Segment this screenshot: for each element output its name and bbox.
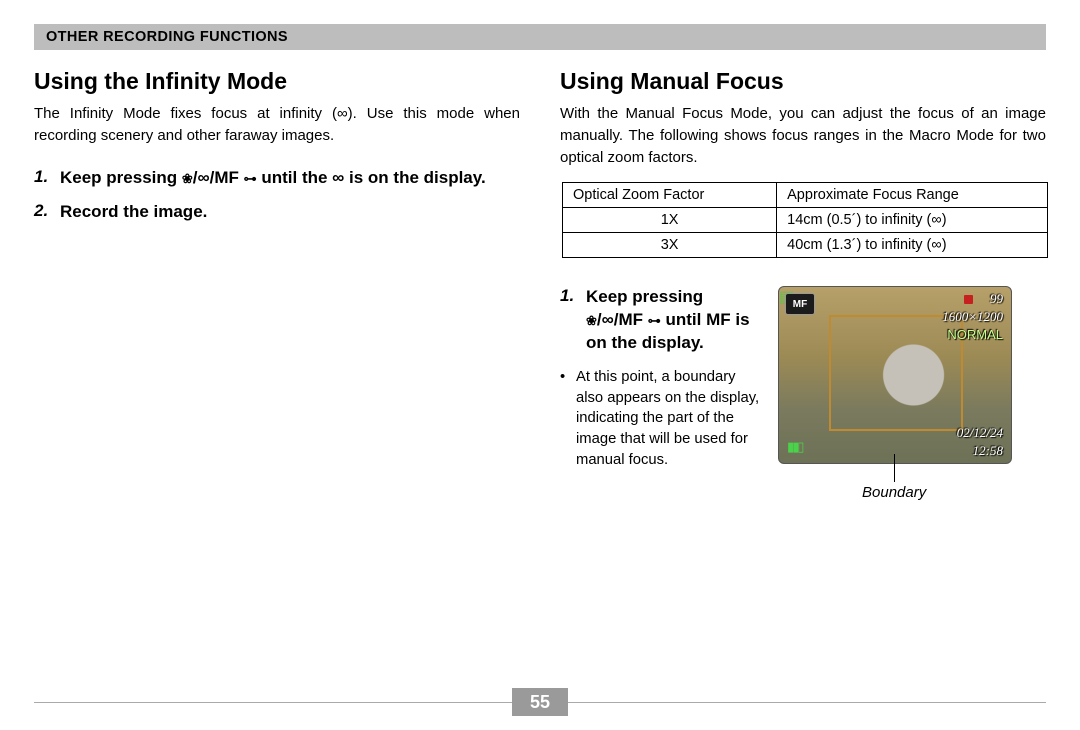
bullet-text: At this point, a boundary also appears o… bbox=[576, 367, 760, 471]
right-column: Using Manual Focus With the Manual Focus… bbox=[560, 68, 1046, 471]
shots-remaining: 99 bbox=[990, 291, 1003, 307]
table-row: 3X 40cm (1.3´) to infinity (∞) bbox=[563, 233, 1048, 258]
table-row: 1X 14cm (0.5´) to infinity (∞) bbox=[563, 208, 1048, 233]
infinity-heading: Using the Infinity Mode bbox=[34, 68, 520, 95]
page-footer: 55 bbox=[34, 688, 1046, 716]
flower-icon: ❀ bbox=[182, 170, 193, 188]
manual-body: With the Manual Focus Mode, you can adju… bbox=[560, 103, 1046, 168]
camera-preview: MF 99 1600×1200 NORMAL ▤ 02/12/24 12:58 … bbox=[778, 286, 1012, 464]
infinity-step-2: 2. Record the image. bbox=[34, 201, 520, 224]
step-text-b: /∞/MF bbox=[193, 168, 244, 187]
flower-icon: ❀ bbox=[586, 312, 597, 330]
step-text-a: Keep pressing bbox=[60, 168, 182, 187]
bullet-icon: • bbox=[560, 367, 576, 471]
record-icon bbox=[964, 295, 973, 304]
table-cell: 14cm (0.5´) to infinity (∞) bbox=[777, 208, 1048, 233]
preview-figure: MF 99 1600×1200 NORMAL ▤ 02/12/24 12:58 … bbox=[778, 286, 1012, 464]
focus-range-table: Optical Zoom Factor Approximate Focus Ra… bbox=[562, 182, 1048, 258]
table-header: Approximate Focus Range bbox=[777, 183, 1048, 208]
infinity-step-1: 1. Keep pressing ❀/∞/MF ⊶ until the ∞ is… bbox=[34, 167, 520, 190]
step-number: 1. bbox=[560, 286, 586, 355]
key-icon: ⊶ bbox=[244, 170, 257, 188]
left-column: Using the Infinity Mode The Infinity Mod… bbox=[34, 68, 520, 471]
table-cell: 1X bbox=[563, 208, 777, 233]
step-number: 2. bbox=[34, 201, 60, 224]
key-icon: ⊶ bbox=[648, 312, 661, 330]
boundary-caption: Boundary bbox=[862, 484, 926, 501]
manual-step-1: 1. Keep pressing ❀/∞/MF ⊶ until MF is on… bbox=[560, 286, 760, 355]
step-text: Record the image. bbox=[60, 201, 207, 224]
step-text-a: Keep pressing bbox=[586, 287, 703, 306]
step-number: 1. bbox=[34, 167, 60, 190]
date-label: 02/12/24 bbox=[957, 425, 1003, 441]
resolution-label: 1600×1200 bbox=[942, 309, 1003, 325]
table-cell: 40cm (1.3´) to infinity (∞) bbox=[777, 233, 1048, 258]
table-cell: 3X bbox=[563, 233, 777, 258]
table-header: Optical Zoom Factor bbox=[563, 183, 777, 208]
quality-label: NORMAL bbox=[947, 327, 1003, 342]
manual-heading: Using Manual Focus bbox=[560, 68, 1046, 95]
mf-badge: MF bbox=[785, 293, 815, 315]
page-number: 55 bbox=[512, 688, 568, 716]
step-text-b: /∞/MF bbox=[597, 310, 648, 329]
time-label: 12:58 bbox=[973, 443, 1003, 459]
battery-icon: ▮▮▯ bbox=[787, 439, 802, 455]
focus-boundary-box bbox=[829, 315, 963, 431]
callout-line bbox=[894, 454, 895, 482]
section-header: OTHER RECORDING FUNCTIONS bbox=[34, 24, 1046, 50]
manual-bullet: • At this point, a boundary also appears… bbox=[560, 367, 760, 471]
step-text-c: until the ∞ is on the display. bbox=[257, 168, 486, 187]
infinity-body: The Infinity Mode fixes focus at infinit… bbox=[34, 103, 520, 147]
